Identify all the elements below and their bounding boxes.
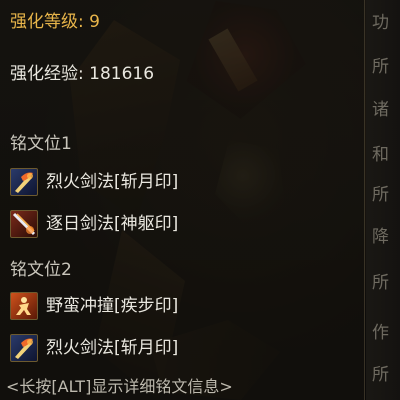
right-panel-glyph: 和 (372, 145, 389, 165)
right-panel-glyph: 所 (372, 57, 389, 77)
skill-name: 野蛮冲撞[疾步印] (46, 296, 179, 316)
inscription-skill-row: 烈火剑法[斩月印] (10, 334, 178, 362)
item-tooltip: 强化等级: 9 强化经验: 181616 铭文位1 烈火剑法[斩月印] 逐日剑法… (0, 0, 365, 400)
enhance-exp: 强化经验: 181616 (10, 64, 155, 84)
right-panel-glyph: 作 (372, 323, 389, 343)
right-panel-glyph: 降 (372, 227, 389, 247)
enhance-level: 强化等级: 9 (10, 12, 100, 32)
right-panel-glyph: 所 (372, 365, 389, 385)
skill-name: 烈火剑法[斩月印] (46, 338, 179, 358)
inscription-skill-row: 野蛮冲撞[疾步印] (10, 292, 178, 320)
savage-charge-icon (10, 292, 38, 320)
fire-sword-icon (10, 168, 38, 196)
inscription-skill-row: 烈火剑法[斩月印] (10, 168, 178, 196)
alt-hint: <长按[ALT]显示详细铭文信息> (6, 377, 233, 396)
sun-chase-sword-icon (10, 210, 38, 238)
right-panel-glyph: 所 (372, 273, 389, 293)
right-panel-glyph: 功 (372, 13, 389, 33)
skill-name: 烈火剑法[斩月印] (46, 172, 179, 192)
right-panel-glyph: 诸 (372, 100, 389, 120)
inscription-slot-1-title: 铭文位1 (10, 134, 72, 154)
right-panel-glyph: 所 (372, 185, 389, 205)
skill-name: 逐日剑法[神躯印] (46, 214, 179, 234)
inscription-skill-row: 逐日剑法[神躯印] (10, 210, 178, 238)
fire-sword-icon (10, 334, 38, 362)
inscription-slot-2-title: 铭文位2 (10, 260, 72, 280)
